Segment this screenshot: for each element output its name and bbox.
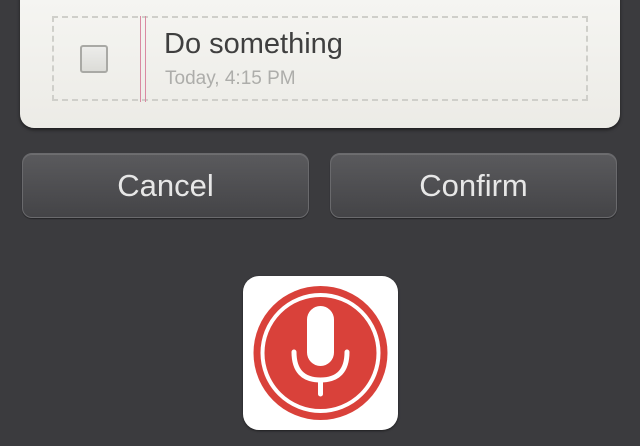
voice-input-button[interactable] [243, 276, 398, 430]
margin-line [140, 16, 146, 102]
cancel-button[interactable]: Cancel [22, 153, 309, 218]
task-card: Do something Today, 4:15 PM [20, 0, 620, 128]
task-checkbox[interactable] [80, 45, 108, 73]
task-item[interactable]: Do something Today, 4:15 PM [52, 16, 588, 102]
task-time: Today, 4:15 PM [165, 68, 296, 89]
confirm-button[interactable]: Confirm [330, 153, 617, 218]
task-title: Do something [164, 28, 343, 60]
microphone-icon [253, 286, 388, 420]
